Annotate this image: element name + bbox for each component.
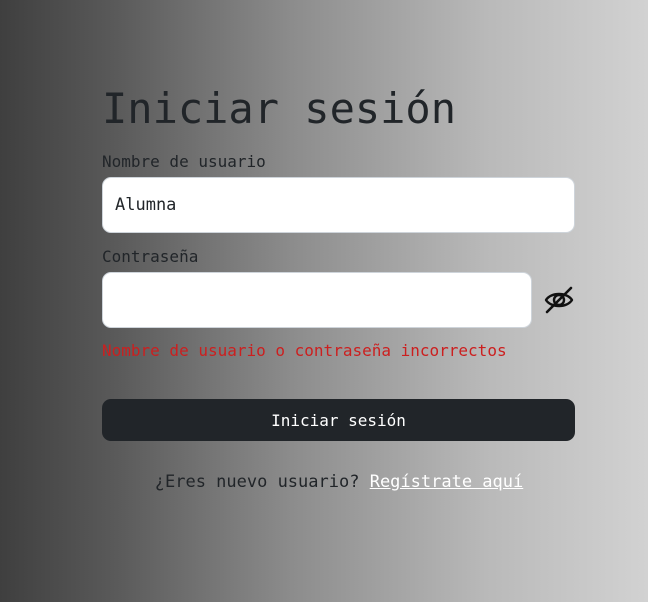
password-input[interactable] <box>102 272 532 328</box>
register-prompt-line: ¿Eres nuevo usuario? Regístrate aquí <box>102 471 576 493</box>
login-form: Iniciar sesión Nombre de usuario Contras… <box>102 84 576 493</box>
password-row <box>102 272 576 328</box>
page-title: Iniciar sesión <box>102 84 457 133</box>
login-submit-button[interactable]: Iniciar sesión <box>102 399 575 441</box>
login-error-message: Nombre de usuario o contraseña incorrect… <box>102 341 507 360</box>
register-link[interactable]: Regístrate aquí <box>370 472 524 492</box>
username-input[interactable] <box>102 177 575 233</box>
eye-slash-icon[interactable] <box>543 284 575 316</box>
password-label: Contraseña <box>102 247 199 266</box>
username-label: Nombre de usuario <box>102 152 266 171</box>
register-prompt-text: ¿Eres nuevo usuario? <box>154 472 360 492</box>
